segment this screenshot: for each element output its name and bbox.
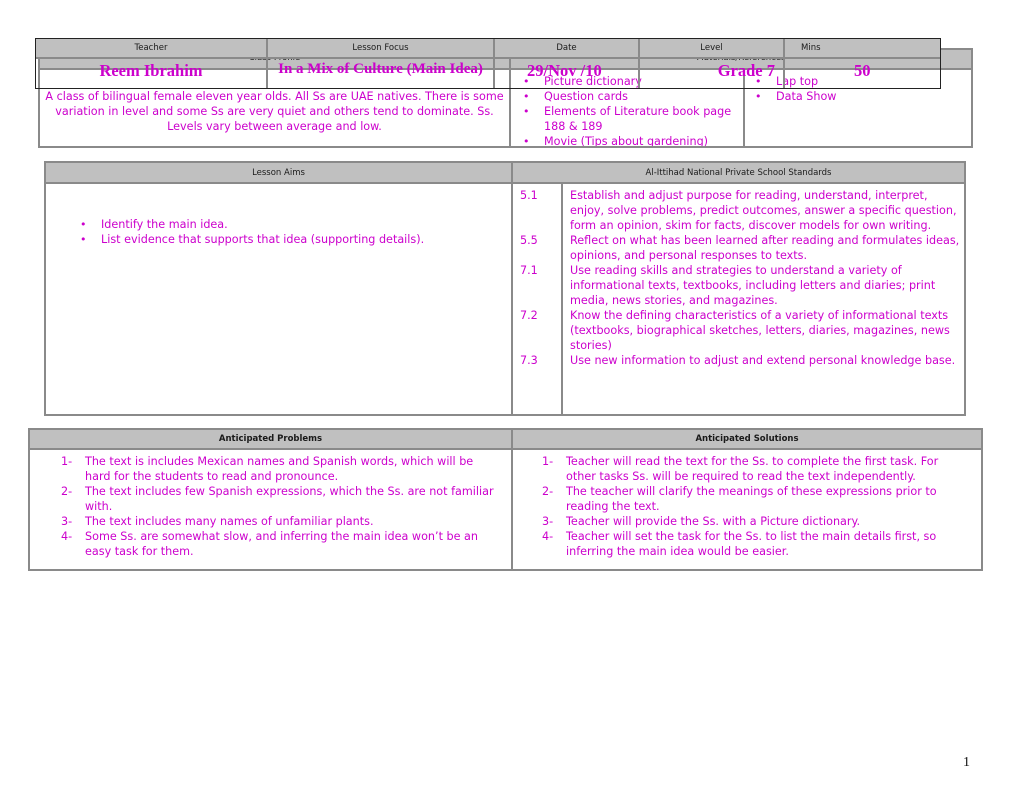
item-text: Teacher will read the text for the Ss. t… bbox=[566, 455, 939, 483]
item-text: The text includes many names of unfamili… bbox=[85, 515, 374, 528]
standard-text: Use new information to adjust and extend… bbox=[570, 354, 956, 367]
solution-item: 1- Teacher will read the text for the Ss.… bbox=[542, 454, 962, 484]
standard-text: Know the defining characteristics of a v… bbox=[570, 309, 950, 352]
equipment-item: Data Show bbox=[745, 89, 945, 104]
item-number: 4- bbox=[61, 530, 73, 543]
problems-list: 1- The text is includes Mexican names and… bbox=[61, 454, 501, 559]
standard-code: 7.3 bbox=[520, 354, 538, 367]
aim-item: List evidence that supports that idea (s… bbox=[70, 232, 500, 247]
item-number: 1- bbox=[61, 455, 73, 468]
item-text: Teacher will provide the Ss. with a Pict… bbox=[566, 515, 861, 528]
standards-label: Al-Ittihad National Private School Stand… bbox=[645, 168, 832, 178]
solution-item: 2- The teacher will clarify the meanings … bbox=[542, 484, 962, 514]
standard-code: 5.5 bbox=[520, 234, 538, 247]
teacher-label: Teacher bbox=[36, 39, 266, 59]
level-cell: Level Grade 7 bbox=[640, 39, 785, 88]
level-label: Level bbox=[640, 39, 783, 59]
date-cell: Date 29/Nov /10 bbox=[495, 39, 640, 88]
item-text: The text is includes Mexican names and S… bbox=[85, 455, 474, 483]
mins-label: Mins bbox=[785, 39, 940, 59]
standard-text: Reflect on what has been learned after r… bbox=[570, 234, 960, 262]
materials-item: Movie (Tips about gardening) bbox=[513, 134, 743, 146]
standards-list: 5.1 Establish and adjust purpose for rea… bbox=[513, 188, 963, 368]
problem-item: 2- The text includes few Spanish expressi… bbox=[61, 484, 501, 514]
standard-code: 7.1 bbox=[520, 264, 538, 277]
item-text: The text includes few Spanish expression… bbox=[85, 485, 494, 513]
solution-item: 3- Teacher will provide the Ss. with a Pi… bbox=[542, 514, 962, 529]
teacher-cell: Teacher Reem Ibrahim bbox=[36, 39, 268, 88]
aims-standards-table: Lesson Aims Al-Ittihad National Private … bbox=[44, 161, 966, 416]
item-number: 3- bbox=[542, 515, 554, 528]
standard-row: 7.1 Use reading skills and strategies to… bbox=[513, 263, 963, 308]
anticipated-solutions-label: Anticipated Solutions bbox=[695, 434, 799, 444]
problems-header-row: Anticipated Problems Anticipated Solutio… bbox=[30, 430, 981, 450]
lesson-focus-label: Lesson Focus bbox=[268, 39, 493, 59]
problem-item: 1- The text is includes Mexican names and… bbox=[61, 454, 501, 484]
item-text: Teacher will set the task for the Ss. to… bbox=[566, 530, 937, 558]
lesson-header-table: Teacher Reem Ibrahim Lesson Focus In a M… bbox=[35, 38, 941, 89]
item-text: Some Ss. are somewhat slow, and inferrin… bbox=[85, 530, 478, 558]
standard-row: 5.1 Establish and adjust purpose for rea… bbox=[513, 188, 963, 233]
standard-row: 5.5 Reflect on what has been learned aft… bbox=[513, 233, 963, 263]
problem-item: 4- Some Ss. are somewhat slow, and inferr… bbox=[61, 529, 501, 559]
standard-row: 7.3 Use new information to adjust and ex… bbox=[513, 353, 963, 368]
lesson-aims-label: Lesson Aims bbox=[252, 168, 305, 178]
item-number: 2- bbox=[61, 485, 73, 498]
standard-code: 7.2 bbox=[520, 309, 538, 322]
lesson-focus-value: In a Mix of Culture (Main Idea) bbox=[278, 61, 483, 77]
lesson-focus-cell: Lesson Focus In a Mix of Culture (Main I… bbox=[268, 39, 495, 88]
aims-header-row: Lesson Aims Al-Ittihad National Private … bbox=[46, 163, 964, 184]
level-value: Grade 7 bbox=[717, 61, 775, 80]
page-number: 1 bbox=[963, 755, 970, 770]
solutions-list: 1- Teacher will read the text for the Ss.… bbox=[542, 454, 962, 559]
mins-value: 50 bbox=[854, 61, 871, 80]
solution-item: 4- Teacher will set the task for the Ss. … bbox=[542, 529, 962, 559]
problems-solutions-table: Anticipated Problems Anticipated Solutio… bbox=[28, 428, 983, 571]
standard-text: Use reading skills and strategies to und… bbox=[570, 264, 936, 307]
item-number: 2- bbox=[542, 485, 554, 498]
mins-cell: Mins 50 bbox=[785, 39, 940, 88]
item-text: The teacher will clarify the meanings of… bbox=[566, 485, 937, 513]
lesson-aims-list: Identify the main idea. List evidence th… bbox=[70, 217, 500, 247]
item-number: 4- bbox=[542, 530, 554, 543]
standard-code: 5.1 bbox=[520, 189, 538, 202]
date-label: Date bbox=[495, 39, 638, 59]
teacher-name: Reem Ibrahim bbox=[99, 61, 203, 80]
materials-item: Question cards bbox=[513, 89, 743, 104]
problem-item: 3- The text includes many names of unfami… bbox=[61, 514, 501, 529]
standard-row: 7.2 Know the defining characteristics of… bbox=[513, 308, 963, 353]
standard-text: Establish and adjust purpose for reading… bbox=[570, 189, 957, 232]
item-number: 1- bbox=[542, 455, 554, 468]
date-value: 29/Nov /10 bbox=[527, 61, 602, 80]
aim-item: Identify the main idea. bbox=[70, 217, 500, 232]
item-number: 3- bbox=[61, 515, 73, 528]
anticipated-problems-label: Anticipated Problems bbox=[218, 434, 323, 444]
materials-item: Elements of Literature book page 188 & 1… bbox=[513, 104, 743, 134]
class-profile-text: A class of bilingual female eleven year … bbox=[45, 90, 504, 133]
